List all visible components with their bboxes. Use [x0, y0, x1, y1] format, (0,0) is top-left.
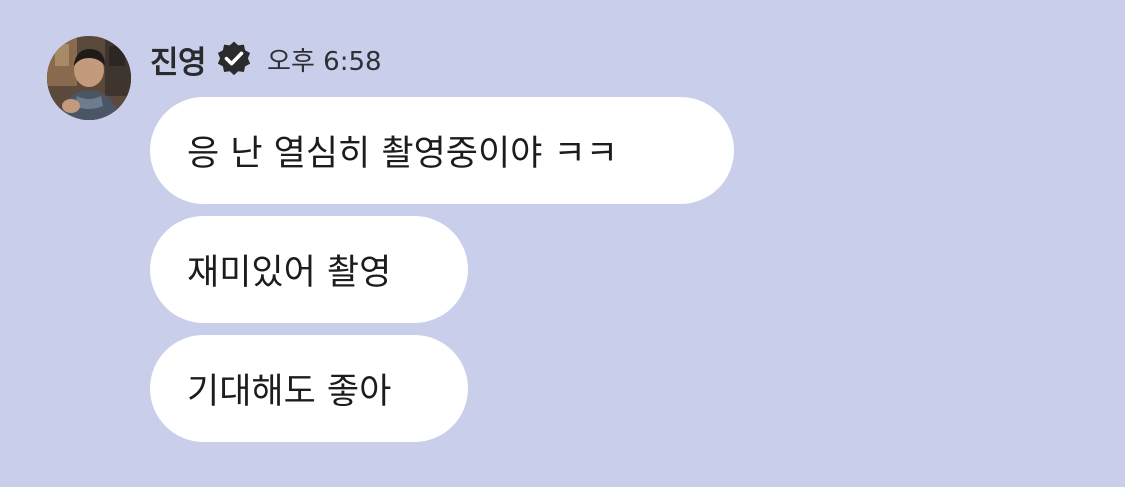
message-text: 재미있어 촬영 [187, 253, 392, 293]
sender-name[interactable]: 진영 [150, 37, 207, 82]
message-bubble[interactable]: 기대해도 좋아 [150, 335, 468, 442]
message-bubble[interactable]: 응 난 열심히 촬영중이야 ㅋㅋ [150, 97, 734, 204]
verified-badge-icon [217, 41, 251, 76]
message-text: 응 난 열심히 촬영중이야 ㅋㅋ [187, 134, 618, 174]
message-timestamp: 오후 6:58 [267, 46, 382, 77]
message-header: 진영 오후 6:58 [150, 36, 382, 82]
profile-photo-icon [47, 36, 131, 120]
message-text: 기대해도 좋아 [187, 372, 392, 412]
message-bubble[interactable]: 재미있어 촬영 [150, 216, 468, 323]
sender-avatar[interactable] [47, 36, 131, 120]
